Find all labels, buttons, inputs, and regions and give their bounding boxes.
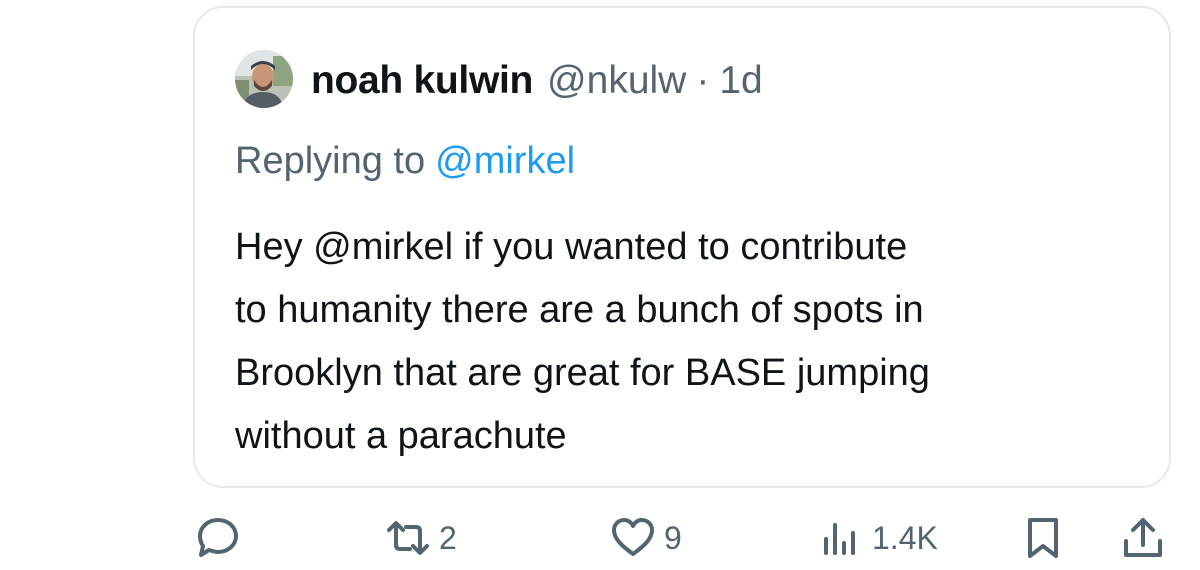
author-avatar[interactable] xyxy=(235,50,293,108)
tweet-body-text: Hey @mirkel if you wanted to contribute … xyxy=(235,216,1135,468)
retweet-icon xyxy=(385,515,431,561)
author-handle[interactable]: @nkulw xyxy=(547,59,686,103)
post-timestamp[interactable]: 1d xyxy=(719,59,762,103)
replying-to-label: Replying to xyxy=(235,140,426,182)
reply-bubble-icon xyxy=(195,515,241,561)
author-row: noah kulwin @nkulw · 1d xyxy=(311,56,763,106)
replying-to-line: Replying to @mirkel xyxy=(235,140,575,183)
quoted-tweet-card[interactable]: noah kulwin @nkulw · 1d Replying to @mirk… xyxy=(193,6,1171,488)
replying-to-mention-link[interactable]: @mirkel xyxy=(435,140,575,182)
tweet-text-line: Brooklyn that are great for BASE jumping xyxy=(235,352,930,394)
views-bar-chart-icon xyxy=(818,515,864,561)
meta-separator: · xyxy=(696,59,710,102)
share-button[interactable] xyxy=(1120,515,1166,561)
tweet-text-line: to humanity there are a bunch of spots i… xyxy=(235,289,924,331)
reply-button[interactable] xyxy=(195,515,241,561)
tweet-text-line: without a parachute xyxy=(235,415,567,457)
bookmark-button[interactable] xyxy=(1020,515,1066,561)
retweet-button[interactable]: 2 xyxy=(385,515,457,561)
tweet-text-line: Hey @mirkel if you wanted to contribute xyxy=(235,226,908,268)
views-count: 1.4K xyxy=(872,519,938,556)
like-count: 9 xyxy=(664,519,682,556)
retweet-count: 2 xyxy=(439,519,457,556)
bookmark-icon xyxy=(1020,515,1066,561)
views-button[interactable]: 1.4K xyxy=(818,515,938,561)
heart-icon xyxy=(610,515,656,561)
share-upload-icon xyxy=(1120,515,1166,561)
author-name[interactable]: noah kulwin xyxy=(311,59,533,103)
like-button[interactable]: 9 xyxy=(610,515,682,561)
tweet-actions-bar: 2 9 1.4K xyxy=(0,505,1200,565)
